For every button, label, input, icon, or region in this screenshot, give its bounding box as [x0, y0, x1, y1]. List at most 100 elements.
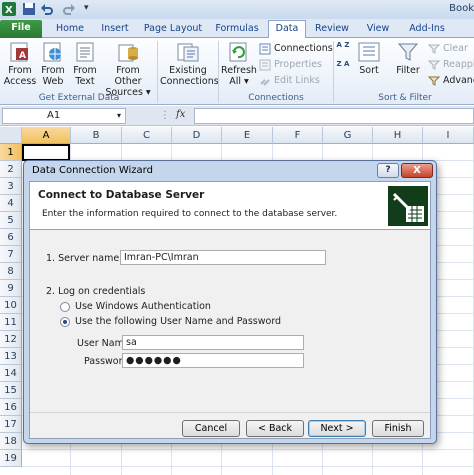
from-web-button[interactable]: From Web: [37, 41, 69, 87]
tab-page-layout[interactable]: Page Layout: [140, 21, 206, 38]
qat-customize-icon[interactable]: ▾: [84, 3, 89, 13]
tab-formulas[interactable]: Formulas: [210, 21, 264, 38]
name-box-dropdown-icon[interactable]: ▾: [117, 109, 121, 123]
password-input[interactable]: ●●●●●●: [122, 353, 304, 368]
row-header-10[interactable]: 10: [0, 297, 22, 314]
refresh-all-label-2: All ▾: [229, 76, 249, 87]
name-box[interactable]: A1 ▾: [2, 108, 126, 124]
back-button[interactable]: < Back: [246, 420, 304, 437]
tab-view[interactable]: View: [358, 21, 398, 38]
active-cell[interactable]: [22, 144, 70, 161]
dialog-divider: [30, 412, 430, 413]
save-icon[interactable]: [22, 2, 36, 16]
refresh-icon: [229, 42, 247, 62]
tab-home[interactable]: Home: [48, 21, 92, 38]
column-header-h[interactable]: H: [373, 127, 423, 144]
row-header-14[interactable]: 14: [0, 365, 22, 382]
column-header-a[interactable]: A: [22, 127, 71, 144]
row-header-5[interactable]: 5: [0, 212, 22, 229]
row-header-8[interactable]: 8: [0, 263, 22, 280]
help-button[interactable]: ?: [377, 163, 399, 178]
reapply-label: Reapply: [443, 59, 474, 70]
close-button[interactable]: X: [401, 163, 433, 178]
properties-button[interactable]: Properties: [259, 58, 322, 72]
sort-a-z-button[interactable]: A Z: [335, 41, 351, 49]
existing-connections-label-1: Existing: [169, 65, 207, 76]
row-header-6[interactable]: 6: [0, 229, 22, 246]
select-all-corner[interactable]: [0, 127, 22, 144]
sort-z-a-icon: Z A: [336, 60, 350, 68]
svg-text:X: X: [5, 5, 13, 16]
dialog-subtitle: Enter the information required to connec…: [42, 209, 338, 219]
tab-file[interactable]: File: [0, 20, 42, 38]
tab-review[interactable]: Review: [310, 21, 354, 38]
access-icon: A: [10, 42, 28, 62]
clear-filter-button[interactable]: Clear: [428, 42, 468, 56]
row-header-12[interactable]: 12: [0, 331, 22, 348]
svg-text:A: A: [19, 51, 26, 61]
existing-connections-button[interactable]: Existing Connections: [160, 41, 219, 87]
gridline-row: [22, 449, 474, 450]
row-header-9[interactable]: 9: [0, 280, 22, 297]
next-button[interactable]: Next >: [308, 420, 366, 437]
row-header-17[interactable]: 17: [0, 416, 22, 433]
edit-links-label: Edit Links: [274, 75, 320, 86]
row-header-3[interactable]: 3: [0, 178, 22, 195]
window-title: Book: [449, 3, 474, 14]
column-header-e[interactable]: E: [222, 127, 273, 144]
connections-button[interactable]: Connections: [259, 42, 333, 56]
data-connection-wizard-dialog: Data Connection Wizard ? X Connect to Da…: [23, 160, 437, 444]
connections-group-label: Connections: [248, 93, 304, 103]
insert-function-icon[interactable]: fx: [176, 109, 185, 120]
from-text-button[interactable]: From Text: [69, 41, 101, 87]
row-header-18[interactable]: 18: [0, 433, 22, 450]
column-header-i[interactable]: I: [423, 127, 474, 144]
windows-auth-radio[interactable]: [60, 302, 70, 312]
sort-a-z-icon: A Z: [336, 41, 350, 49]
user-name-input[interactable]: sa: [122, 335, 304, 350]
refresh-all-button[interactable]: Refresh All ▾: [221, 41, 257, 87]
redo-icon[interactable]: [62, 2, 76, 16]
row-header-1[interactable]: 1: [0, 144, 22, 161]
existing-connections-label-2: Connections: [160, 76, 219, 87]
row-header-7[interactable]: 7: [0, 246, 22, 263]
undo-icon[interactable]: [40, 2, 54, 16]
row-header-13[interactable]: 13: [0, 348, 22, 365]
reapply-button[interactable]: Reapply: [428, 58, 474, 72]
connections-label: Connections: [274, 43, 333, 54]
server-name-input[interactable]: Imran-PC\Imran: [120, 250, 326, 265]
advanced-filter-button[interactable]: Advanc: [428, 74, 474, 88]
sort-button[interactable]: Sort: [354, 41, 384, 76]
windows-auth-label[interactable]: Use Windows Authentication: [75, 301, 211, 312]
column-header-d[interactable]: D: [172, 127, 222, 144]
tab-add-ins[interactable]: Add-Ins: [402, 21, 452, 38]
cancel-button[interactable]: Cancel: [182, 420, 240, 437]
text-file-icon: [76, 42, 94, 62]
formula-input[interactable]: [194, 108, 474, 124]
row-header-19[interactable]: 19: [0, 450, 22, 467]
properties-label: Properties: [274, 59, 323, 70]
tab-insert[interactable]: Insert: [94, 21, 136, 38]
user-password-label[interactable]: Use the following User Name and Password: [75, 316, 281, 327]
row-header-4[interactable]: 4: [0, 195, 22, 212]
clear-filter-label: Clear: [443, 43, 468, 54]
column-header-f[interactable]: F: [273, 127, 323, 144]
dialog-header: Connect to Database Server Enter the inf…: [30, 182, 430, 230]
ribbon-separator: [157, 41, 158, 103]
from-access-button[interactable]: A From Access: [3, 41, 37, 87]
user-password-radio[interactable]: [60, 317, 70, 327]
from-other-sources-button[interactable]: From Other Sources ▾: [102, 41, 154, 98]
filter-button[interactable]: Filter: [392, 41, 424, 76]
row-header-11[interactable]: 11: [0, 314, 22, 331]
column-header-c[interactable]: C: [122, 127, 172, 144]
row-header-15[interactable]: 15: [0, 382, 22, 399]
row-header-16[interactable]: 16: [0, 399, 22, 416]
column-header-g[interactable]: G: [323, 127, 373, 144]
edit-links-button[interactable]: Edit Links: [259, 74, 320, 88]
sort-z-a-button[interactable]: Z A: [335, 60, 351, 68]
sort-label: Sort: [359, 65, 379, 76]
finish-button[interactable]: Finish: [372, 420, 424, 437]
column-header-b[interactable]: B: [71, 127, 122, 144]
row-header-2[interactable]: 2: [0, 161, 22, 178]
tab-data[interactable]: Data: [268, 20, 306, 38]
